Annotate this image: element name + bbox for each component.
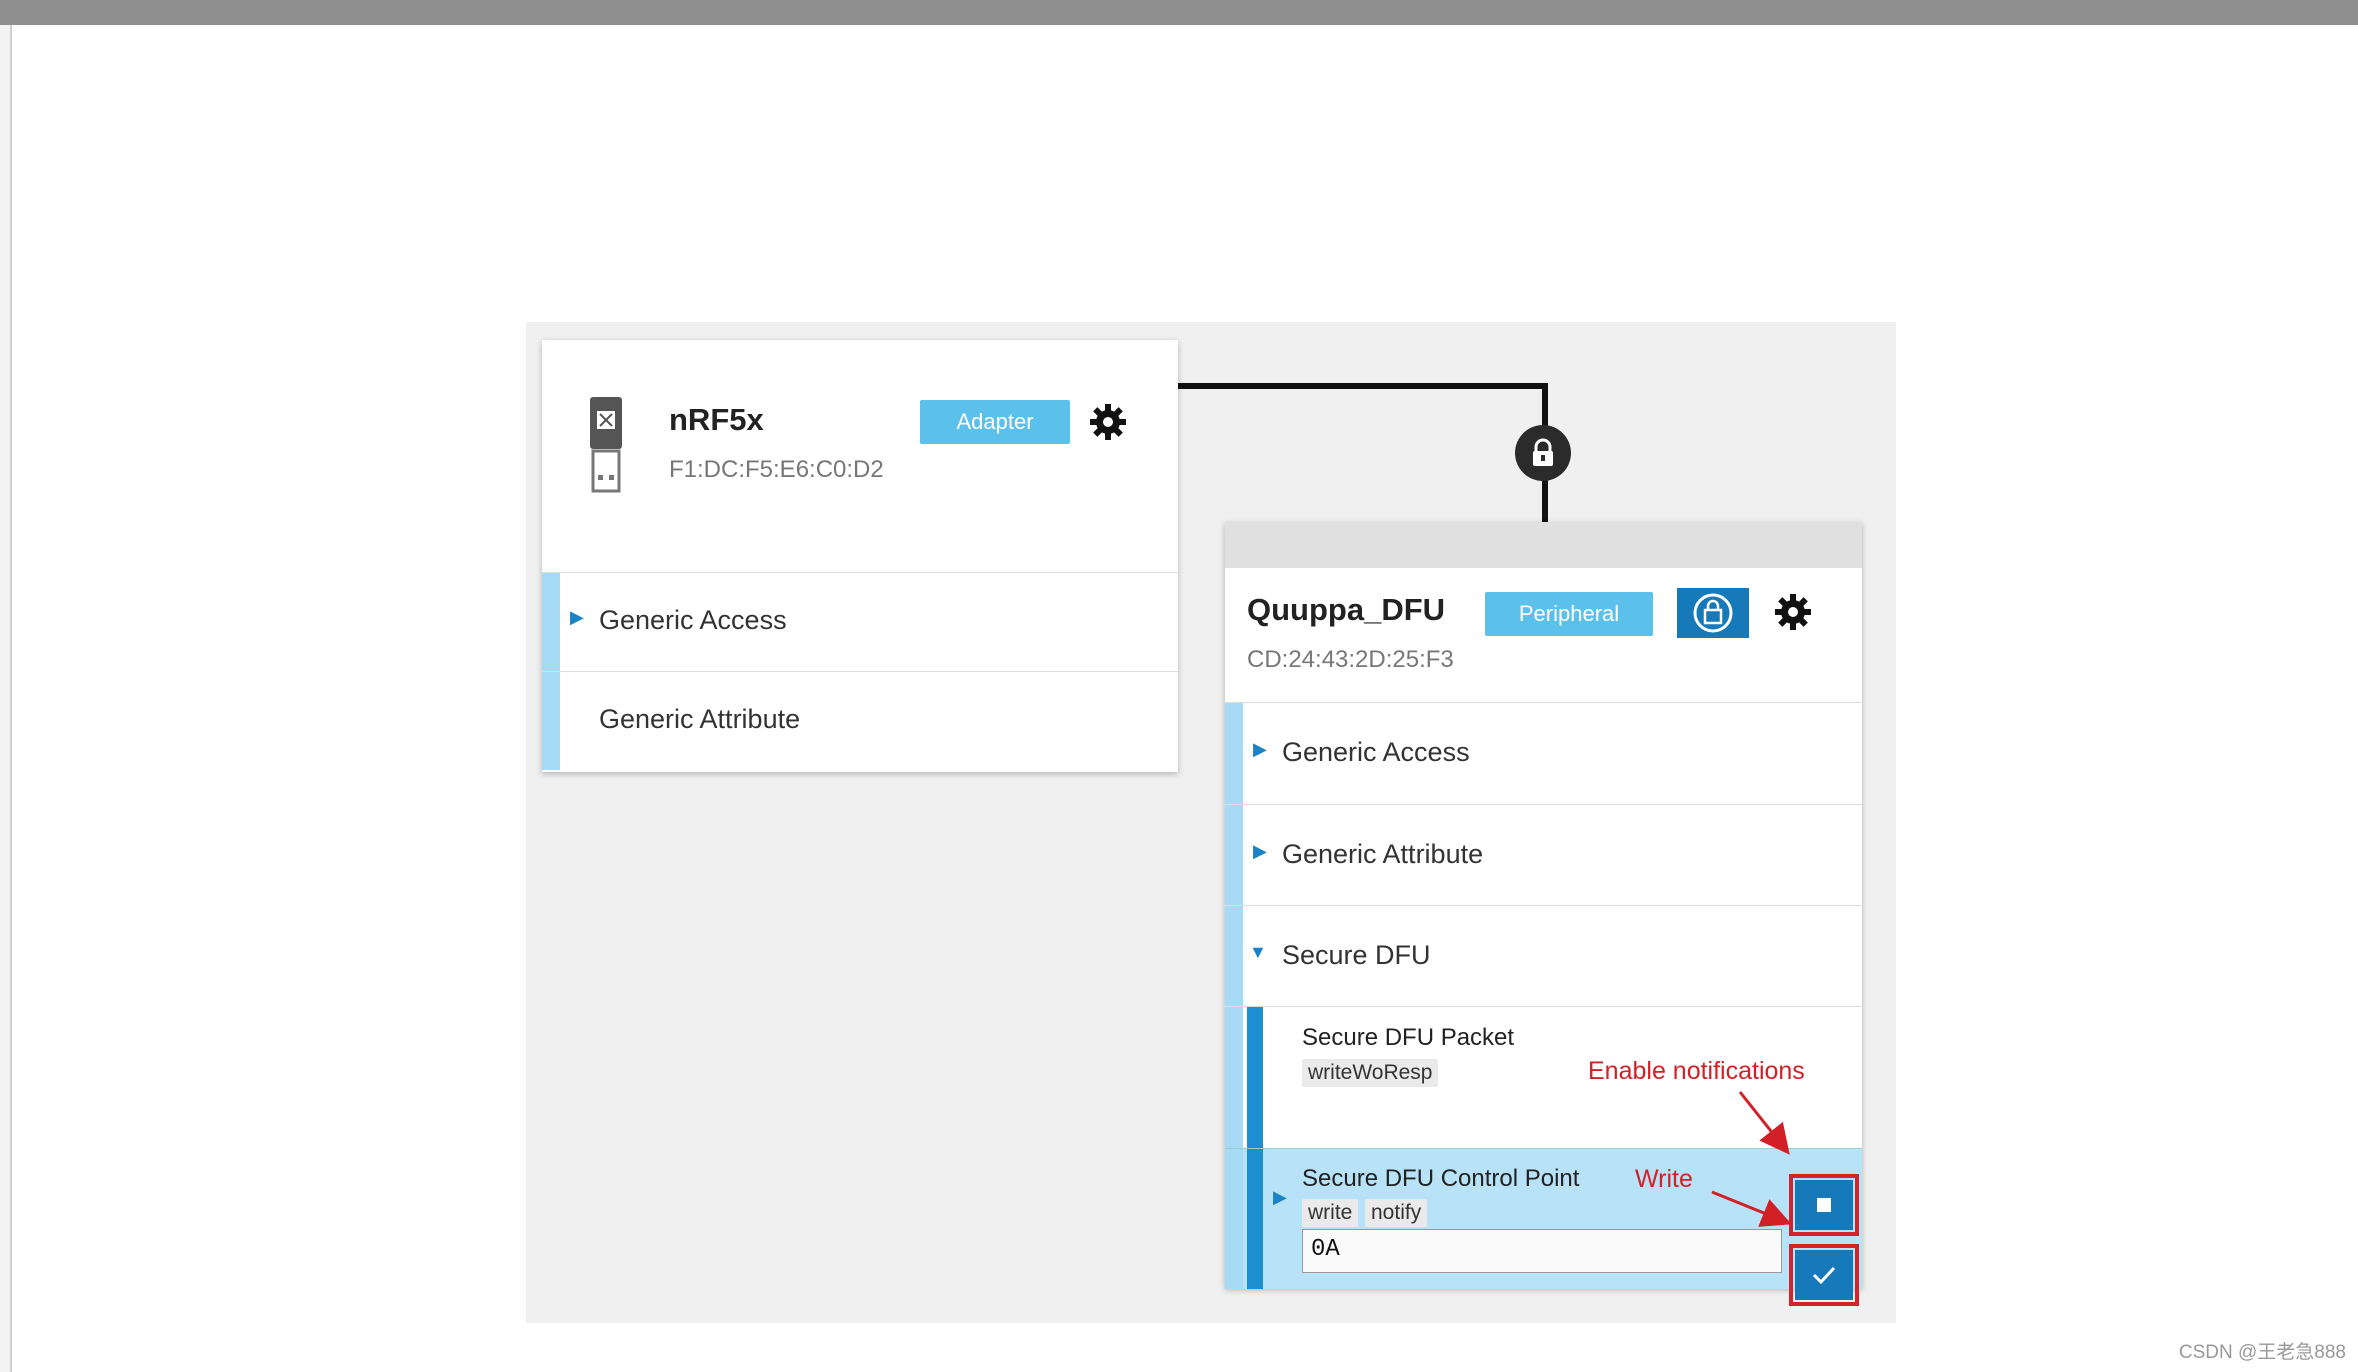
watermark: CSDN @王老急888 (2178, 1342, 2346, 1363)
arrow-to-notify-button (1738, 1091, 1790, 1155)
annotation-arrows (1711, 1091, 1792, 1227)
arrow-to-write-button (1711, 1190, 1792, 1227)
